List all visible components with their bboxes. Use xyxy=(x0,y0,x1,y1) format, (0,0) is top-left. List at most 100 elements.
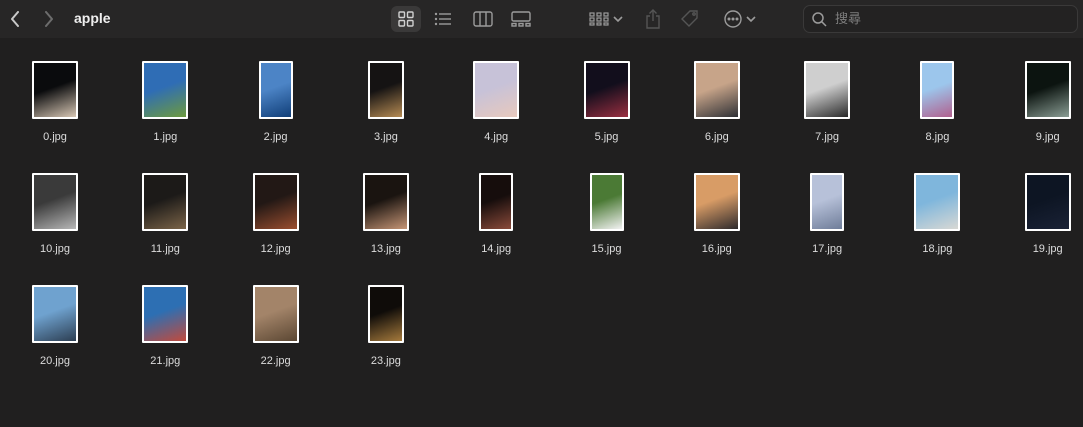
group-grid-icon xyxy=(589,12,609,26)
file-item[interactable]: 3.jpg xyxy=(331,38,441,150)
file-name[interactable]: 8.jpg xyxy=(882,131,992,143)
file-name[interactable]: 16.jpg xyxy=(662,243,772,255)
file-name[interactable]: 21.jpg xyxy=(110,355,220,367)
file-name[interactable]: 11.jpg xyxy=(110,243,220,255)
file-grid: 0.jpg 1.jpg 2.jpg 3.jpg 4.jpg 5.jpg 6.jpg 7.jpg… xyxy=(0,38,1083,427)
file-name[interactable]: 13.jpg xyxy=(331,243,441,255)
image-preview xyxy=(144,287,187,341)
file-item[interactable]: 17.jpg xyxy=(772,150,882,262)
file-thumbnail[interactable] xyxy=(473,61,520,119)
file-name[interactable]: 6.jpg xyxy=(662,131,772,143)
file-thumbnail[interactable] xyxy=(32,173,78,231)
file-thumbnail[interactable] xyxy=(693,173,740,231)
file-name[interactable]: 9.jpg xyxy=(993,131,1083,143)
search-field[interactable] xyxy=(803,5,1078,33)
file-name[interactable]: 7.jpg xyxy=(772,131,882,143)
image-preview xyxy=(812,175,843,229)
image-preview xyxy=(591,175,622,229)
file-thumbnail[interactable] xyxy=(362,173,409,231)
file-item[interactable]: 23.jpg xyxy=(331,262,441,374)
group-button[interactable] xyxy=(585,6,627,32)
columns-icon xyxy=(473,11,493,27)
file-thumbnail[interactable] xyxy=(367,61,404,119)
image-preview xyxy=(916,175,959,229)
file-item[interactable]: 15.jpg xyxy=(552,150,662,262)
file-name[interactable]: 23.jpg xyxy=(331,355,441,367)
file-item[interactable]: 4.jpg xyxy=(441,38,551,150)
file-thumbnail[interactable] xyxy=(367,285,404,343)
gallery-icon xyxy=(511,11,531,27)
file-name[interactable]: 19.jpg xyxy=(993,243,1083,255)
file-item[interactable]: 14.jpg xyxy=(441,150,551,262)
file-item[interactable]: 5.jpg xyxy=(552,38,662,150)
file-name[interactable]: 15.jpg xyxy=(552,243,662,255)
file-name[interactable]: 4.jpg xyxy=(441,131,551,143)
file-item[interactable]: 10.jpg xyxy=(0,150,110,262)
file-name[interactable]: 2.jpg xyxy=(221,131,331,143)
file-item[interactable]: 19.jpg xyxy=(993,150,1083,262)
gallery-view-button[interactable] xyxy=(506,6,536,32)
file-thumbnail[interactable] xyxy=(1024,173,1071,231)
search-input[interactable] xyxy=(833,10,1057,28)
file-name[interactable]: 12.jpg xyxy=(221,243,331,255)
image-preview xyxy=(34,287,76,341)
image-preview xyxy=(481,175,512,229)
file-name[interactable]: 5.jpg xyxy=(552,131,662,143)
file-thumbnail[interactable] xyxy=(142,61,189,119)
file-name[interactable]: 14.jpg xyxy=(441,243,551,255)
file-item[interactable]: 20.jpg xyxy=(0,262,110,374)
file-item[interactable]: 22.jpg xyxy=(221,262,331,374)
file-name[interactable]: 18.jpg xyxy=(882,243,992,255)
file-item[interactable]: 11.jpg xyxy=(110,150,220,262)
file-name[interactable]: 10.jpg xyxy=(0,243,110,255)
file-thumbnail[interactable] xyxy=(914,173,961,231)
file-thumbnail[interactable] xyxy=(583,61,630,119)
tag-button[interactable] xyxy=(677,6,703,32)
file-thumbnail[interactable] xyxy=(252,285,299,343)
image-preview xyxy=(1026,175,1069,229)
column-view-button[interactable] xyxy=(468,6,498,32)
window-title: apple xyxy=(74,10,111,26)
more-actions-button[interactable] xyxy=(719,6,761,32)
file-name[interactable]: 17.jpg xyxy=(772,243,882,255)
file-item[interactable]: 13.jpg xyxy=(331,150,441,262)
back-button[interactable] xyxy=(6,8,24,30)
file-thumbnail[interactable] xyxy=(693,61,740,119)
file-thumbnail[interactable] xyxy=(810,173,845,231)
ellipsis-circle-icon xyxy=(724,10,742,28)
share-button[interactable] xyxy=(640,6,666,32)
file-thumbnail[interactable] xyxy=(32,61,78,119)
file-thumbnail[interactable] xyxy=(32,285,78,343)
file-item[interactable]: 8.jpg xyxy=(882,38,992,150)
file-item[interactable]: 12.jpg xyxy=(221,150,331,262)
list-icon xyxy=(434,12,451,26)
toolbar: apple xyxy=(0,0,1083,38)
file-item[interactable]: 2.jpg xyxy=(221,38,331,150)
file-thumbnail[interactable] xyxy=(142,285,189,343)
icon-view-button[interactable] xyxy=(391,6,421,32)
file-name[interactable]: 0.jpg xyxy=(0,131,110,143)
file-item[interactable]: 1.jpg xyxy=(110,38,220,150)
file-thumbnail[interactable] xyxy=(252,173,299,231)
list-view-button[interactable] xyxy=(428,6,458,32)
file-item[interactable]: 0.jpg xyxy=(0,38,110,150)
file-thumbnail[interactable] xyxy=(920,61,955,119)
file-thumbnail[interactable] xyxy=(1024,61,1071,119)
file-item[interactable]: 18.jpg xyxy=(882,150,992,262)
file-name[interactable]: 20.jpg xyxy=(0,355,110,367)
file-name[interactable]: 3.jpg xyxy=(331,131,441,143)
file-thumbnail[interactable] xyxy=(258,61,293,119)
forward-button[interactable] xyxy=(40,8,58,30)
file-thumbnail[interactable] xyxy=(589,173,624,231)
file-item[interactable]: 16.jpg xyxy=(662,150,772,262)
file-item[interactable]: 7.jpg xyxy=(772,38,882,150)
file-thumbnail[interactable] xyxy=(479,173,514,231)
file-item[interactable]: 21.jpg xyxy=(110,262,220,374)
file-thumbnail[interactable] xyxy=(142,173,189,231)
file-thumbnail[interactable] xyxy=(804,61,851,119)
file-item[interactable]: 9.jpg xyxy=(993,38,1083,150)
file-name[interactable]: 22.jpg xyxy=(221,355,331,367)
file-name[interactable]: 1.jpg xyxy=(110,131,220,143)
file-item[interactable]: 6.jpg xyxy=(662,38,772,150)
image-preview xyxy=(34,63,76,117)
